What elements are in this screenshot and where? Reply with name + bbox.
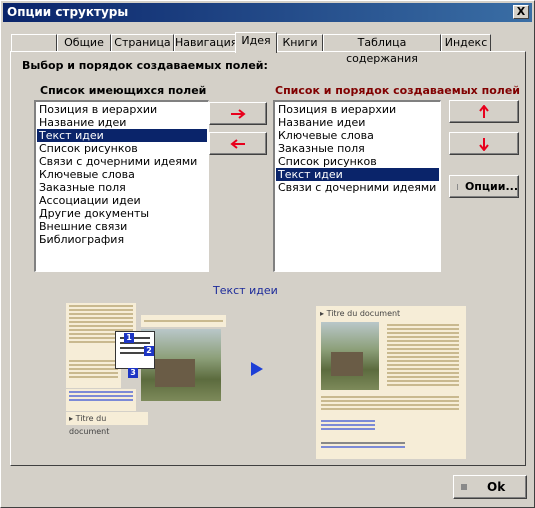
chosen-item[interactable]: Связи с дочерними идеями	[276, 181, 439, 194]
bullet-icon	[457, 183, 458, 190]
preview-label: Текст идеи	[213, 284, 278, 297]
tab-blank[interactable]	[11, 34, 57, 52]
options-button-label: Опции...	[464, 180, 518, 193]
chosen-item[interactable]: Ключевые слова	[276, 129, 439, 142]
options-dialog: Опции структуры X Общие Страница Навигац…	[0, 0, 535, 508]
title-bar: Опции структуры X	[3, 3, 532, 22]
preview-arrow-icon	[251, 362, 263, 376]
tab-general[interactable]: Общие	[57, 34, 111, 52]
available-item[interactable]: Текст идеи	[37, 129, 207, 142]
move-up-button[interactable]	[449, 100, 519, 123]
badge-2: 2	[144, 346, 154, 356]
available-item[interactable]: Библиография	[37, 233, 207, 246]
badge-1: 1	[124, 333, 134, 343]
preview-caption	[141, 315, 226, 327]
ok-button-label: Ok	[487, 480, 506, 494]
available-item[interactable]: Название идеи	[37, 116, 207, 129]
tab-books[interactable]: Книги	[277, 34, 323, 52]
available-item[interactable]: Внешние связи	[37, 220, 207, 233]
tab-index[interactable]: Индекс	[441, 34, 491, 52]
tab-page[interactable]: Страница	[111, 34, 174, 52]
move-down-button[interactable]	[449, 132, 519, 155]
preview-doc-title-after: Titre du document	[326, 309, 401, 318]
chosen-fields-label: Список и порядок создаваемых полей	[275, 84, 520, 97]
available-fields-list[interactable]: Позиция в иерархии Название идеи Текст иде…	[34, 100, 209, 272]
arrow-right-icon	[231, 108, 246, 119]
ok-button[interactable]: Ok	[453, 475, 527, 499]
chosen-item[interactable]: Позиция в иерархии	[276, 103, 439, 116]
options-button[interactable]: Опции...	[449, 175, 519, 198]
preview-doc-title-text: Titre du document	[69, 414, 110, 436]
tab-navigation[interactable]: Навигация	[174, 34, 237, 52]
available-fields-label: Список имеющихся полей	[40, 84, 207, 97]
available-item[interactable]: Ключевые слова	[37, 168, 207, 181]
preview-photo-large	[321, 322, 379, 390]
window-title: Опции структуры	[7, 5, 129, 19]
available-item[interactable]: Связи с дочерними идеями	[37, 155, 207, 168]
preview-text-block-2	[66, 358, 121, 388]
remove-field-button[interactable]	[209, 132, 267, 155]
tab-table-of-contents[interactable]: Таблица содержания	[323, 34, 441, 65]
bullet-icon	[461, 484, 467, 490]
available-item[interactable]: Другие документы	[37, 207, 207, 220]
preview-doc-title-before: ▸ Titre du document	[66, 412, 148, 436]
available-item[interactable]: Ассоциации идеи	[37, 194, 207, 207]
chosen-fields-list[interactable]: Позиция в иерархии Название идеи Ключевые …	[273, 100, 441, 272]
available-item[interactable]: Список рисунков	[37, 142, 207, 155]
chosen-item[interactable]: Название идеи	[276, 116, 439, 129]
arrow-down-icon	[479, 137, 489, 151]
chosen-item[interactable]: Текст идеи	[276, 168, 439, 181]
chosen-item[interactable]: Заказные поля	[276, 142, 439, 155]
badge-3: 3	[128, 368, 138, 378]
available-item[interactable]: Позиция в иерархии	[37, 103, 207, 116]
add-field-button[interactable]	[209, 102, 267, 125]
tab-idea[interactable]: Идея	[235, 32, 277, 53]
chosen-item[interactable]: Список рисунков	[276, 155, 439, 168]
preview-after: ▸ Titre du document	[316, 306, 466, 459]
section-title: Выбор и порядок создаваемых полей:	[22, 59, 268, 72]
close-button[interactable]: X	[513, 5, 529, 19]
available-item[interactable]: Заказные поля	[37, 181, 207, 194]
preview-links	[66, 389, 136, 411]
arrow-left-icon	[230, 138, 245, 149]
arrow-up-icon	[479, 104, 489, 118]
